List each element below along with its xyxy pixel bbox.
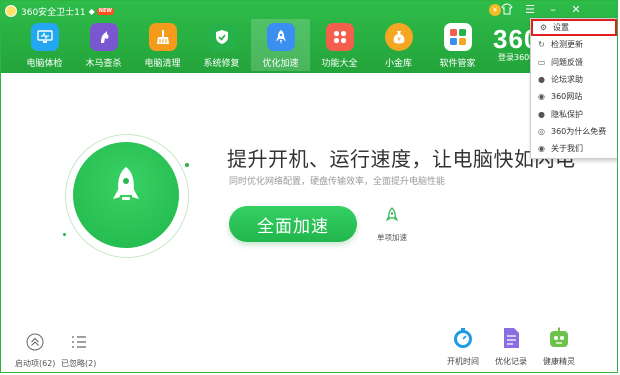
document-icon xyxy=(504,328,519,348)
single-boost-label: 单项加速 xyxy=(377,233,407,242)
diamond-icon[interactable]: ◆ xyxy=(89,7,95,16)
nav-item-cleanup[interactable]: 电脑清理 xyxy=(133,19,192,71)
menu-item-label: 隐私保护 xyxy=(551,109,583,119)
nav-item-treasury[interactable]: ¥ 小金库 xyxy=(369,19,428,71)
app-title: 360安全卫士11 xyxy=(21,7,86,18)
svg-text:¥: ¥ xyxy=(397,37,401,44)
headline: 提升开机、运行速度，让电脑快如闪电 xyxy=(227,147,576,171)
horse-shield-icon xyxy=(89,23,118,51)
app-window: 360安全卫士11 ◆ NEW ¥ ☰ – ✕ 电脑体检 木马查杀 电脑清理 系… xyxy=(0,0,618,373)
chat-icon: ● xyxy=(538,75,545,85)
nav-item-repair[interactable]: 系统修复 xyxy=(192,19,251,71)
double-up-arrow-icon xyxy=(26,333,44,351)
privacy-icon: ● xyxy=(538,109,545,119)
startup-label: 启动项(62) xyxy=(15,359,56,368)
app-store-icon xyxy=(443,23,472,51)
robot-icon xyxy=(550,327,568,347)
menu-item-why-free[interactable]: ◎ 360为什么免费 xyxy=(531,123,617,140)
nav-label: 功能大全 xyxy=(321,59,358,69)
small-rocket-icon xyxy=(385,207,399,222)
grid-icon xyxy=(325,23,354,51)
skin-icon[interactable] xyxy=(500,3,514,17)
nav-label: 小金库 xyxy=(384,59,412,69)
title-row: 360安全卫士11 ◆ NEW xyxy=(5,4,114,18)
ignored-label: 已忽略(2) xyxy=(61,359,97,368)
rocket-icon xyxy=(266,23,295,51)
window-controls: ☰ – ✕ xyxy=(500,3,583,17)
rocket-icon xyxy=(113,167,139,200)
menu-item-label: 360网站 xyxy=(551,92,583,102)
app-logo xyxy=(5,5,17,17)
subline: 同时优化网络配置，硬盘传输效率，全面提升电脑性能 xyxy=(229,177,446,187)
feedback-icon: ▭ xyxy=(537,57,546,67)
nav-item-trojan[interactable]: 木马查杀 xyxy=(74,19,133,71)
menu-item-privacy[interactable]: ● 隐私保护 xyxy=(531,105,617,122)
globe-icon: ◉ xyxy=(538,92,545,102)
nav-item-software[interactable]: 软件管家 xyxy=(428,19,487,71)
nav-label: 系统修复 xyxy=(203,59,240,69)
question-icon: ◎ xyxy=(538,126,545,136)
nav-label: 软件管家 xyxy=(439,59,476,69)
startup-items-button[interactable]: 启动项(62) xyxy=(15,333,55,369)
optimization-record-button[interactable]: 优化记录 xyxy=(491,327,531,367)
menu-item-label: 360为什么免费 xyxy=(551,126,607,136)
gear-icon: ⚙ xyxy=(539,23,548,33)
menu-item-label: 关于我们 xyxy=(551,144,583,154)
menu-item-label: 论坛求助 xyxy=(551,75,583,85)
full-boost-button[interactable]: 全面加速 xyxy=(229,206,357,242)
menu-item-settings[interactable]: ⚙ 设置 xyxy=(531,19,617,37)
decor-dot xyxy=(63,233,66,236)
menu-item-label: 检测更新 xyxy=(551,40,583,50)
single-boost-button[interactable]: 单项加速 xyxy=(373,207,411,243)
menu-item-label: 设置 xyxy=(553,23,569,33)
nav-label: 电脑清理 xyxy=(144,59,181,69)
main-nav: 电脑体检 木马查杀 电脑清理 系统修复 优化加速 功能大全 ¥ 小金库 软件管家 xyxy=(15,19,487,71)
nav-label: 木马查杀 xyxy=(85,59,122,69)
shield-check-icon xyxy=(207,23,236,51)
health-assistant-button[interactable]: 健康精灵 xyxy=(539,327,579,367)
ignored-items-button[interactable]: 已忽略(2) xyxy=(61,333,96,369)
main-menu-dropdown: ⚙ 设置 ↻ 检测更新 ▭ 问题反馈 ● 论坛求助 ◉ 360网站 ● 隐私保护… xyxy=(530,18,617,159)
menu-item-check-update[interactable]: ↻ 检测更新 xyxy=(531,36,617,53)
refresh-icon: ↻ xyxy=(538,40,545,50)
info-icon: ◉ xyxy=(538,144,545,154)
nav-item-features[interactable]: 功能大全 xyxy=(310,19,369,71)
menu-item-feedback[interactable]: ▭ 问题反馈 xyxy=(531,54,617,71)
top-nav-bar: 360安全卫士11 ◆ NEW ¥ ☰ – ✕ 电脑体检 木马查杀 电脑清理 系… xyxy=(1,1,617,73)
menu-item-label: 问题反馈 xyxy=(551,57,583,67)
menu-item-forum[interactable]: ● 论坛求助 xyxy=(531,71,617,88)
decor-dot xyxy=(185,163,189,167)
nav-label: 电脑体检 xyxy=(26,59,63,69)
broom-icon xyxy=(148,23,177,51)
menu-icon[interactable]: ☰ xyxy=(523,3,537,17)
boot-time-label: 开机时间 xyxy=(447,357,479,366)
stopwatch-icon xyxy=(454,328,472,348)
close-icon[interactable]: ✕ xyxy=(569,3,583,17)
optimization-record-label: 优化记录 xyxy=(495,357,527,366)
nav-item-optimize[interactable]: 优化加速 xyxy=(251,19,310,71)
boot-time-button[interactable]: 开机时间 xyxy=(443,327,483,367)
money-bag-icon: ¥ xyxy=(384,23,413,51)
menu-item-website[interactable]: ◉ 360网站 xyxy=(531,88,617,105)
nav-label: 优化加速 xyxy=(262,59,299,69)
minimize-icon[interactable]: – xyxy=(546,3,560,17)
menu-item-about[interactable]: ◉ 关于我们 xyxy=(531,140,617,157)
list-icon xyxy=(71,336,86,348)
new-badge: NEW xyxy=(96,7,114,15)
health-assistant-label: 健康精灵 xyxy=(543,357,575,366)
monitor-check-icon xyxy=(30,23,59,51)
nav-item-checkup[interactable]: 电脑体检 xyxy=(15,19,74,71)
